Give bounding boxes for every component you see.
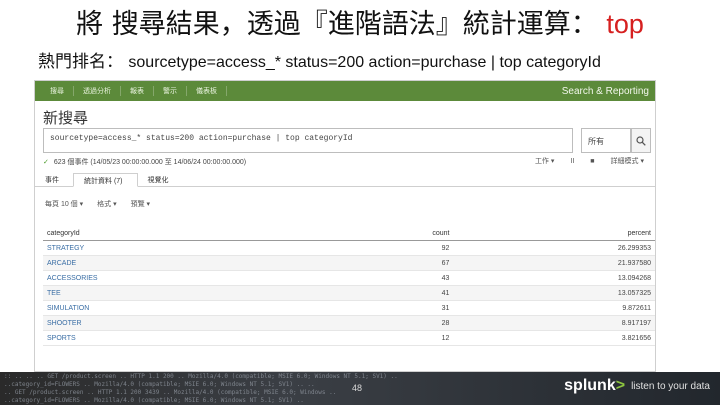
cell-percent: 13.094268 (453, 270, 655, 286)
splunk-search-window: 搜尋 透過分析 報表 警示 儀表板 Search & Reporting 新搜尋… (34, 80, 656, 372)
column-header-count[interactable]: count (330, 227, 454, 241)
splunk-logo: splunk> listen to your data (564, 377, 710, 395)
app-nav: 搜尋 透過分析 報表 警示 儀表板 (41, 86, 227, 96)
cell-category[interactable]: ACCESSORIES (43, 270, 331, 286)
table-header-row: categoryId count percent (43, 227, 655, 241)
cell-count: 67 (330, 255, 454, 271)
format-dropdown[interactable]: 格式 ▾ (97, 199, 116, 209)
app-nav-bar: 搜尋 透過分析 報表 警示 儀表板 Search & Reporting (35, 81, 655, 101)
decorative-log-text: ..category_id=FLOWERS .. Mozilla/4.0 (co… (4, 397, 304, 404)
stop-icon[interactable]: ■ (587, 157, 597, 166)
search-input[interactable]: sourcetype=access_* status=200 action=pu… (43, 128, 573, 153)
table-row: STRATEGY 92 26.299353 (43, 240, 655, 256)
app-name: Search & Reporting (561, 85, 649, 97)
brand-tagline: listen to your data (631, 380, 710, 392)
slide-title-accent: top (606, 9, 644, 39)
search-status: ✓ 623 個事件 (14/05/23 00:00:00.000 至 14/06… (43, 157, 246, 167)
event-count-status: 623 個事件 (14/05/23 00:00:00.000 至 14/06/2… (53, 159, 247, 166)
job-menu-button[interactable]: 工作 ▾ (532, 155, 557, 167)
pause-icon[interactable]: II (567, 157, 577, 166)
cell-count: 12 (330, 330, 454, 346)
cell-category[interactable]: STRATEGY (43, 240, 331, 256)
cell-percent: 9.872611 (453, 300, 655, 316)
cell-category[interactable]: ARCADE (43, 255, 331, 271)
cell-percent: 8.917197 (453, 315, 655, 331)
cell-percent: 21.937580 (453, 255, 655, 271)
cell-percent: 13.057325 (453, 285, 655, 301)
job-controls: 工作 ▾ II ■ 詳細模式 ▾ (532, 155, 647, 167)
per-page-dropdown[interactable]: 每頁 10 個 ▾ (45, 199, 83, 209)
format-options: 每頁 10 個 ▾ 格式 ▾ 預覽 ▾ (45, 199, 150, 209)
cell-count: 31 (330, 300, 454, 316)
nav-item-dashboards[interactable]: 儀表板 (187, 86, 227, 96)
decorative-log-text: :: .. .. .. GET /product.screen .. HTTP … (4, 373, 398, 380)
logo-mark: > (615, 377, 626, 394)
column-header-categoryid[interactable]: categoryId (43, 227, 331, 241)
results-table: categoryId count percent STRATEGY 92 26.… (43, 227, 655, 346)
column-header-percent[interactable]: percent (453, 227, 655, 241)
nav-item-reports[interactable]: 報表 (121, 86, 154, 96)
subtitle-label: 熱門排名： (38, 52, 123, 72)
check-icon: ✓ (43, 159, 49, 166)
cell-category[interactable]: SPORTS (43, 330, 331, 346)
slide-title-main: 將 搜尋結果，透過『進階語法』統計運算： (76, 9, 598, 40)
search-heading: 新搜尋 (43, 109, 89, 127)
table-row: SPORTS 12 3.821656 (43, 330, 655, 346)
slide-title: 將 搜尋結果，透過『進階語法』統計運算： top (0, 6, 720, 43)
search-icon (636, 135, 646, 146)
table-row: TEE 41 13.057325 (43, 285, 655, 301)
cell-count: 41 (330, 285, 454, 301)
nav-item-pivot[interactable]: 透過分析 (74, 86, 121, 96)
tab-events[interactable]: 事件 (35, 173, 73, 186)
cell-category[interactable]: TEE (43, 285, 331, 301)
cell-percent: 3.821656 (453, 330, 655, 346)
tab-visualization[interactable]: 視覺化 (138, 173, 183, 186)
search-button[interactable] (631, 128, 651, 153)
preview-dropdown[interactable]: 預覽 ▾ (131, 199, 150, 209)
cell-count: 92 (330, 240, 454, 256)
subtitle-command: sourcetype=access_* status=200 action=pu… (128, 54, 601, 71)
table-row: ARCADE 67 21.937580 (43, 255, 655, 271)
table-row: SHOOTER 28 8.917197 (43, 315, 655, 331)
time-range-picker[interactable]: 所有 (581, 128, 631, 153)
page-number: 48 (352, 383, 363, 393)
nav-item-alerts[interactable]: 警示 (154, 86, 187, 96)
result-tabs: 事件 統計資料 (7) 視覺化 (35, 173, 655, 187)
slide-subtitle: 熱門排名： sourcetype=access_* status=200 act… (38, 50, 601, 75)
tab-statistics[interactable]: 統計資料 (7) (73, 173, 138, 187)
search-mode-dropdown[interactable]: 詳細模式 ▾ (608, 155, 647, 167)
cell-category[interactable]: SIMULATION (43, 300, 331, 316)
logo-text: splunk> (564, 377, 626, 394)
cell-count: 28 (330, 315, 454, 331)
cell-count: 43 (330, 270, 454, 286)
table-row: SIMULATION 31 9.872611 (43, 300, 655, 316)
decorative-log-text: ..category_id=FLOWERS .. Mozilla/4.0 (co… (4, 381, 315, 388)
cell-category[interactable]: SHOOTER (43, 315, 331, 331)
cell-percent: 26.299353 (453, 240, 655, 256)
decorative-log-text: .. GET /product.screen .. HTTP 1.1 200 3… (4, 389, 337, 396)
table-row: ACCESSORIES 43 13.094268 (43, 270, 655, 286)
nav-item-search[interactable]: 搜尋 (41, 86, 74, 96)
